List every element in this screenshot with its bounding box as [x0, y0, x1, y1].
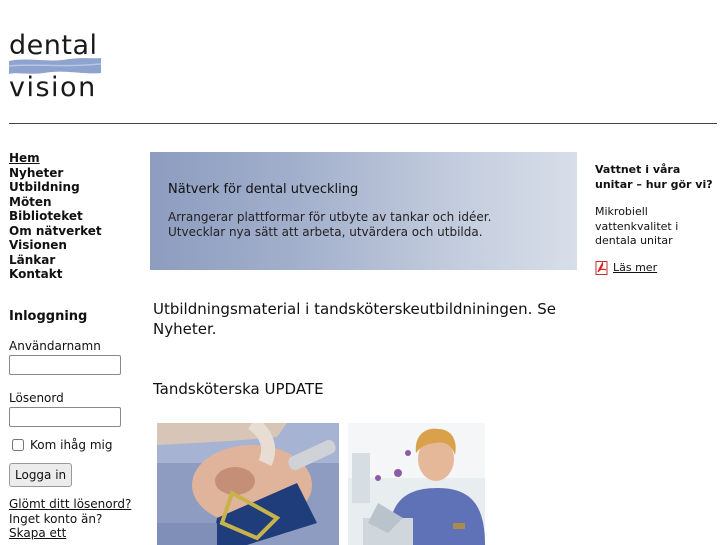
photo-dental-nurse-image [348, 423, 485, 545]
nav-item-visionen[interactable]: Visionen [9, 238, 102, 253]
banner-line-2: Utvecklar nya sätt att arbeta, utvärdera… [168, 225, 483, 239]
remember-me-label: Kom ihåg mig [30, 438, 113, 452]
no-account-text: Inget konto än? [9, 511, 103, 526]
pdf-icon [595, 260, 608, 275]
photo-dental-treatment-image [157, 423, 339, 545]
login-links: Glömt ditt lösenord? Inget konto än? Ska… [9, 497, 139, 541]
read-more[interactable]: Läs mer [595, 260, 720, 275]
nav-item-kontakt[interactable]: Kontakt [9, 267, 102, 282]
site-logo[interactable]: dental vision [9, 30, 101, 103]
remember-me-checkbox[interactable] [12, 439, 24, 451]
nav-item-biblioteket[interactable]: Biblioteket [9, 209, 102, 224]
password-input[interactable] [9, 407, 121, 427]
create-account-link[interactable]: Skapa ett [9, 526, 66, 540]
photo-dental-treatment[interactable] [157, 423, 339, 545]
intro-banner: Nätverk för dental utveckling Arrangerar… [150, 152, 577, 270]
password-label: Lösenord [9, 391, 64, 405]
login-button[interactable]: Logga in [9, 463, 73, 487]
login-title: Inloggning [9, 309, 88, 324]
nav-item-hem[interactable]: Hem [9, 151, 102, 166]
username-label: Användarnamn [9, 339, 101, 353]
logo-text-dental: dental [9, 30, 98, 61]
header-divider [9, 123, 717, 124]
nav-item-om-natverket[interactable]: Om nätverket [9, 224, 102, 239]
banner-line-1: Arrangerar plattformar för utbyte av tan… [168, 210, 492, 224]
banner-text: Arrangerar plattformar för utbyte av tan… [168, 210, 491, 240]
nav-item-lankar[interactable]: Länkar [9, 253, 102, 268]
sidebar-title: Vattnet i våra unitar – hur gör vi? [595, 163, 713, 191]
nav-item-nyheter[interactable]: Nyheter [9, 166, 102, 181]
photo-dental-nurse[interactable] [348, 423, 485, 545]
forgot-password-link[interactable]: Glömt ditt lösenord? [9, 497, 131, 511]
logo-text-vision: vision [9, 72, 97, 103]
section-heading: Tandsköterska UPDATE [153, 380, 324, 398]
username-input[interactable] [9, 355, 121, 375]
read-more-link[interactable]: Läs mer [613, 261, 657, 274]
sidebar-text: Mikrobiell vattenkvalitet i dentala unit… [595, 205, 679, 247]
sidebar-news: Vattnet i våra unitar – hur gör vi? Mikr… [595, 163, 720, 275]
nav-item-utbildning[interactable]: Utbildning [9, 180, 102, 195]
nav-item-moten[interactable]: Möten [9, 195, 102, 210]
remember-me[interactable]: Kom ihåg mig [9, 438, 139, 452]
login-form: Inloggning Användarnamn Lösenord Kom ihå… [9, 309, 139, 541]
main-nav: Hem Nyheter Utbildning Möten Biblioteket… [9, 151, 102, 282]
news-headline: Utbildningsmaterial i tandsköterskeutbil… [153, 300, 556, 338]
banner-title: Nätverk för dental utveckling [168, 182, 359, 197]
